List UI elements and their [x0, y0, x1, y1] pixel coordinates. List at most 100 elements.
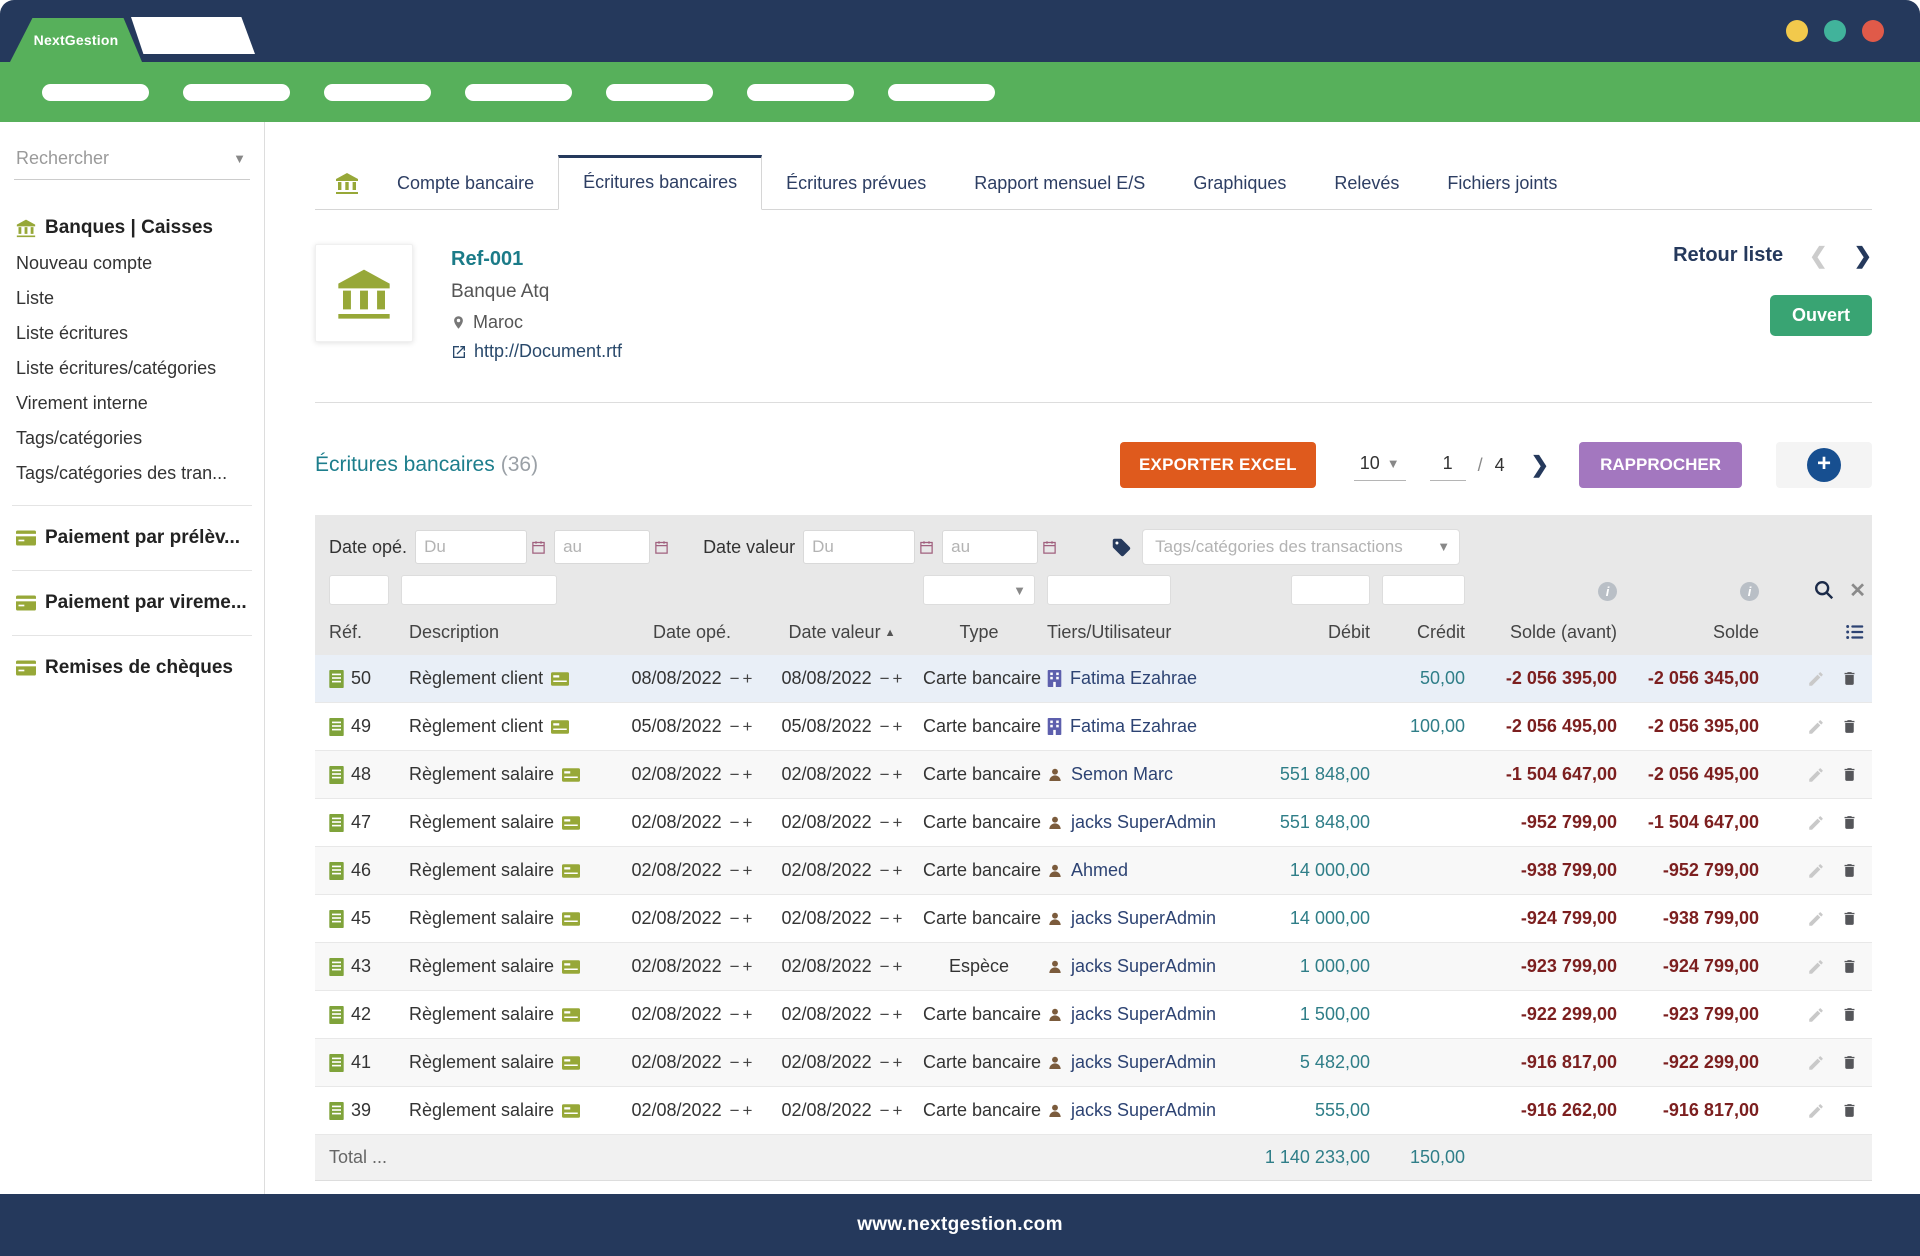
date-plus-stepper[interactable]: +	[893, 1053, 903, 1072]
row-tiers-name[interactable]: jacks SuperAdmin	[1071, 1004, 1216, 1025]
date-plus-stepper[interactable]: +	[743, 1053, 753, 1072]
date-minus-stepper[interactable]: −	[730, 861, 740, 880]
date-plus-stepper[interactable]: +	[743, 669, 753, 688]
search-input[interactable]	[16, 148, 216, 169]
date-plus-stepper[interactable]: +	[893, 717, 903, 736]
status-ouvert-button[interactable]: Ouvert	[1770, 295, 1872, 336]
trash-icon[interactable]	[1841, 765, 1858, 784]
table-row[interactable]: 47 Règlement salaire 02/08/2022 −+ 02/08…	[315, 799, 1872, 847]
date-plus-stepper[interactable]: +	[893, 1101, 903, 1120]
edit-pencil-icon[interactable]	[1807, 862, 1825, 880]
table-row[interactable]: 45 Règlement salaire 02/08/2022 −+ 02/08…	[315, 895, 1872, 943]
sidebar-item[interactable]: Tags/catégories des tran...	[14, 456, 250, 491]
row-tiers-name[interactable]: Fatima Ezahrae	[1070, 716, 1197, 737]
nav-menu-placeholder[interactable]	[465, 84, 572, 101]
edit-pencil-icon[interactable]	[1807, 670, 1825, 688]
date-plus-stepper[interactable]: +	[743, 1101, 753, 1120]
tab[interactable]: Graphiques	[1169, 157, 1310, 210]
next-page-icon[interactable]: ❯	[1531, 454, 1549, 476]
date-plus-stepper[interactable]: +	[743, 765, 753, 784]
trash-icon[interactable]	[1841, 813, 1858, 832]
table-row[interactable]: 49 Règlement client 05/08/2022 −+ 05/08/…	[315, 703, 1872, 751]
row-tiers-name[interactable]: jacks SuperAdmin	[1071, 956, 1216, 977]
info-icon[interactable]: i	[1740, 582, 1759, 601]
sidebar-item[interactable]: Tags/catégories	[14, 421, 250, 456]
col-header-solde[interactable]: Solde	[1623, 622, 1765, 643]
row-tiers-name[interactable]: Ahmed	[1071, 860, 1128, 881]
date-plus-stepper[interactable]: +	[893, 957, 903, 976]
close-icon[interactable]: ✕	[1849, 578, 1866, 603]
date-minus-stepper[interactable]: −	[880, 717, 890, 736]
tab[interactable]: Écritures bancaires	[558, 155, 762, 210]
date-plus-stepper[interactable]: +	[893, 1005, 903, 1024]
trash-icon[interactable]	[1841, 861, 1858, 880]
date-plus-stepper[interactable]: +	[743, 1005, 753, 1024]
col-header-credit[interactable]: Crédit	[1376, 622, 1471, 643]
tags-filter-input[interactable]	[1142, 529, 1460, 565]
ref-filter-input[interactable]	[329, 575, 389, 605]
sidebar-section-header[interactable]: Remises de chèques	[14, 650, 250, 686]
calendar-icon[interactable]	[531, 540, 546, 555]
sidebar-section-header[interactable]: Paiement par prélèv...	[14, 520, 250, 556]
date-minus-stepper[interactable]: −	[730, 765, 740, 784]
trash-icon[interactable]	[1841, 957, 1858, 976]
edit-pencil-icon[interactable]	[1807, 814, 1825, 832]
close-button[interactable]	[1862, 20, 1884, 42]
table-row[interactable]: 39 Règlement salaire 02/08/2022 −+ 02/08…	[315, 1087, 1872, 1135]
tab[interactable]: Compte bancaire	[373, 157, 558, 210]
row-tiers-name[interactable]: Semon Marc	[1071, 764, 1173, 785]
tab[interactable]: Rapport mensuel E/S	[950, 157, 1169, 210]
sidebar-item[interactable]: Virement interne	[14, 386, 250, 421]
date-minus-stepper[interactable]: −	[880, 1101, 890, 1120]
date-plus-stepper[interactable]: +	[743, 909, 753, 928]
search-icon[interactable]	[1813, 579, 1835, 601]
row-tiers-name[interactable]: jacks SuperAdmin	[1071, 812, 1216, 833]
nav-menu-placeholder[interactable]	[183, 84, 290, 101]
date-valeur-from-input[interactable]	[803, 530, 915, 564]
date-valeur-to-input[interactable]	[942, 530, 1038, 564]
secondary-tab[interactable]	[131, 17, 255, 54]
date-minus-stepper[interactable]: −	[880, 909, 890, 928]
col-header-date-valeur[interactable]: Date valeur▲	[767, 622, 917, 643]
calendar-icon[interactable]	[654, 540, 669, 555]
edit-pencil-icon[interactable]	[1807, 1006, 1825, 1024]
date-plus-stepper[interactable]: +	[743, 861, 753, 880]
date-plus-stepper[interactable]: +	[743, 813, 753, 832]
date-minus-stepper[interactable]: −	[730, 957, 740, 976]
date-ope-to-input[interactable]	[554, 530, 650, 564]
nav-menu-placeholder[interactable]	[747, 84, 854, 101]
date-minus-stepper[interactable]: −	[880, 1053, 890, 1072]
date-plus-stepper[interactable]: +	[893, 861, 903, 880]
footer-url[interactable]: www.nextgestion.com	[857, 1214, 1063, 1236]
maximize-button[interactable]	[1824, 20, 1846, 42]
export-excel-button[interactable]: EXPORTER EXCEL	[1120, 442, 1316, 488]
nav-menu-placeholder[interactable]	[324, 84, 431, 101]
date-plus-stepper[interactable]: +	[893, 909, 903, 928]
edit-pencil-icon[interactable]	[1807, 1054, 1825, 1072]
date-minus-stepper[interactable]: −	[880, 765, 890, 784]
page-size-select[interactable]: 10▼	[1354, 449, 1406, 481]
table-row[interactable]: 43 Règlement salaire 02/08/2022 −+ 02/08…	[315, 943, 1872, 991]
trash-icon[interactable]	[1841, 669, 1858, 688]
date-minus-stepper[interactable]: −	[730, 717, 740, 736]
table-row[interactable]: 42 Règlement salaire 02/08/2022 −+ 02/08…	[315, 991, 1872, 1039]
list-view-icon[interactable]	[1844, 621, 1866, 643]
description-filter-input[interactable]	[401, 575, 557, 605]
date-plus-stepper[interactable]: +	[893, 669, 903, 688]
date-plus-stepper[interactable]: +	[743, 957, 753, 976]
col-header-solde-avant[interactable]: Solde (avant)	[1471, 622, 1623, 643]
trash-icon[interactable]	[1841, 909, 1858, 928]
edit-pencil-icon[interactable]	[1807, 766, 1825, 784]
edit-pencil-icon[interactable]	[1807, 958, 1825, 976]
previous-record-icon[interactable]: ❮	[1809, 245, 1827, 267]
brand-tab[interactable]: NextGestion	[10, 18, 142, 62]
date-plus-stepper[interactable]: +	[893, 765, 903, 784]
date-minus-stepper[interactable]: −	[880, 957, 890, 976]
next-record-icon[interactable]: ❯	[1854, 245, 1872, 267]
date-minus-stepper[interactable]: −	[730, 669, 740, 688]
sidebar-section-header[interactable]: Banques | Caisses	[14, 210, 250, 246]
date-minus-stepper[interactable]: −	[730, 909, 740, 928]
sidebar-item[interactable]: Nouveau compte	[14, 246, 250, 281]
trash-icon[interactable]	[1841, 1053, 1858, 1072]
edit-pencil-icon[interactable]	[1807, 910, 1825, 928]
